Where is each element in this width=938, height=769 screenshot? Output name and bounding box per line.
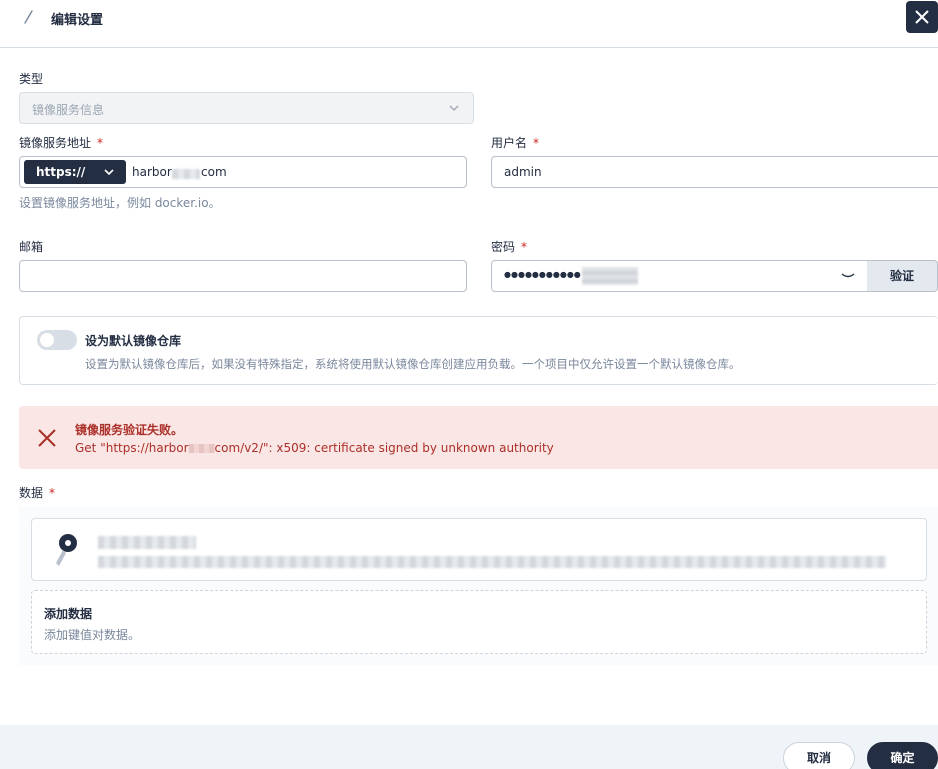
password-masked: ●●●●●●●●●●● [504,270,581,279]
registry-host-prefix: harbor [132,165,172,179]
redacted-patch [172,169,200,179]
type-label: 类型 [19,72,44,86]
default-registry-title: 设为默认镜像仓库 [85,334,182,348]
protocol-value: https:// [36,165,86,179]
chevron-down-icon [104,169,114,176]
data-panel: 添加数据 添加键值对数据。 [19,507,938,665]
username-label: 用户名 * [491,136,540,150]
registry-label: 镜像服务地址 * [19,136,104,150]
pen-icon [24,10,33,24]
username-input[interactable]: admin [491,156,938,188]
password-label: 密码 * [491,240,528,254]
close-icon [915,10,929,24]
registry-host-suffix: com [201,165,227,179]
confirm-button[interactable]: 确定 [867,742,938,769]
default-registry-description: 设置为默认镜像仓库后，如果没有特殊指定，系统将使用默认镜像仓库创建应用负载。一个… [85,357,741,371]
add-data-title: 添加数据 [44,607,93,621]
type-select-value: 镜像服务信息 [32,103,105,117]
data-label: 数据 * [19,486,56,500]
registry-hint: 设置镜像服务地址，例如 docker.io。 [19,196,221,210]
type-select[interactable]: 镜像服务信息 [19,92,474,124]
protocol-select[interactable]: https:// [24,160,126,184]
verify-button[interactable]: 验证 [867,260,938,292]
chevron-down-icon [449,105,459,111]
modal-footer: 取消 确定 [0,725,938,769]
close-button[interactable] [906,1,938,33]
password-input[interactable]: ●●●●●●●●●●● [491,260,868,292]
error-alert: 镜像服务验证失败。 Get "https://harbor com/v2/": x… [19,406,938,469]
redacted-patch [188,444,215,453]
cancel-button[interactable]: 取消 [783,742,855,769]
add-data-button[interactable]: 添加数据 添加键值对数据。 [31,590,927,654]
error-message: Get "https://harbor com/v2/": x509: certi… [75,441,554,455]
eye-closed-icon[interactable] [841,272,855,280]
add-data-description: 添加键值对数据。 [44,628,141,642]
kv-item[interactable] [31,518,927,581]
error-title: 镜像服务验证失败。 [75,423,184,437]
username-value: admin [504,165,542,179]
email-input[interactable] [19,260,467,292]
modal-header: 编辑设置 [0,0,938,48]
redacted-key [98,536,196,549]
key-icon [56,534,77,566]
default-registry-card: 设为默认镜像仓库 设置为默认镜像仓库后，如果没有特殊指定，系统将使用默认镜像仓库… [19,316,938,385]
redacted-value [98,556,886,568]
toggle-knob [40,333,54,347]
modal-title: 编辑设置 [51,13,104,28]
email-label: 邮箱 [19,240,44,254]
default-registry-toggle[interactable] [37,330,77,350]
registry-input[interactable]: https:// harbor com [19,156,467,188]
redacted-patch [582,267,638,285]
error-x-icon [38,429,56,447]
